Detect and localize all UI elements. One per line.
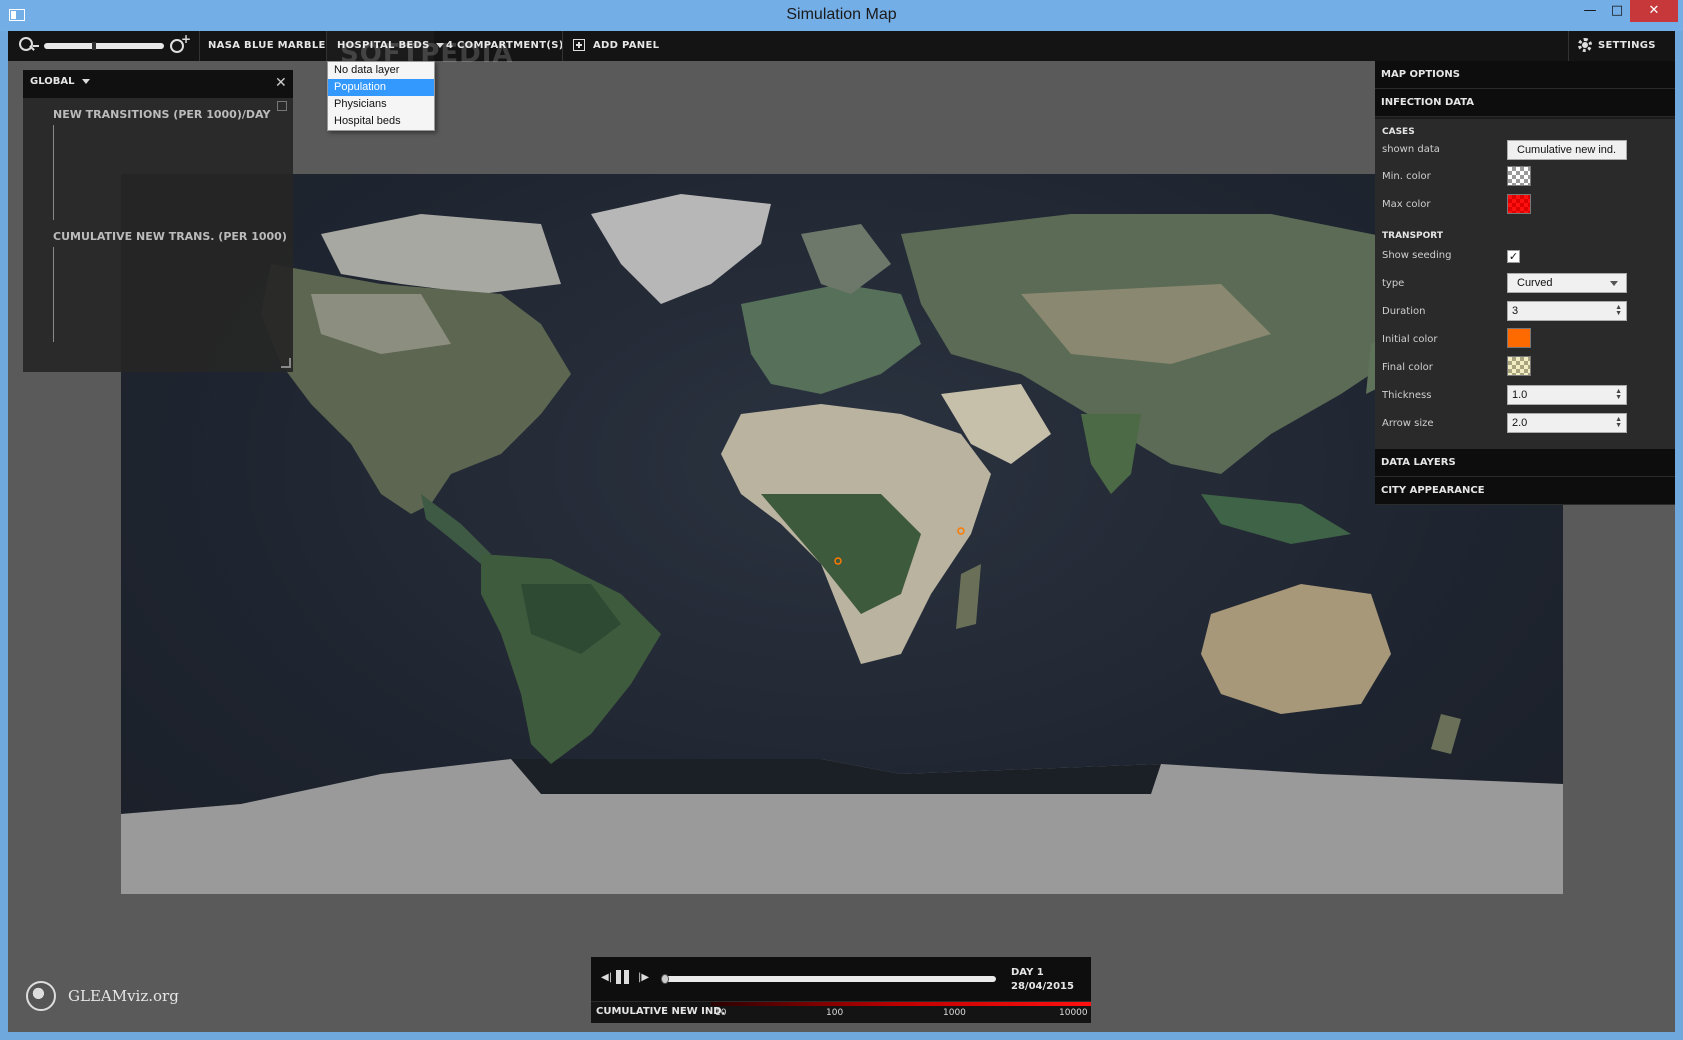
chart-axis (53, 125, 54, 220)
chevron-down-icon (82, 78, 91, 84)
thickness-stepper[interactable]: 1.0 ▲ ▼ (1507, 385, 1627, 405)
type-select[interactable]: Curved (1507, 273, 1627, 293)
arrow-size-label: Arrow size (1382, 418, 1434, 429)
step-forward-icon[interactable]: |▶ (638, 972, 649, 983)
final-color-label: Final color (1382, 362, 1433, 373)
initial-color-label: Initial color (1382, 334, 1438, 345)
chevron-down-icon (1610, 281, 1618, 286)
add-panel-button[interactable]: ADD PANEL (573, 31, 659, 61)
thickness-value: 1.0 (1512, 389, 1528, 401)
toolbar-divider (199, 31, 200, 61)
section-map-options[interactable]: MAP OPTIONS (1375, 61, 1675, 89)
add-panel-label: ADD PANEL (593, 40, 660, 51)
show-seeding-checkbox[interactable]: ✓ (1507, 250, 1520, 263)
title-bar: Simulation Map — □ ✕ (0, 0, 1683, 31)
basemap-label: NASA BLUE MARBLE (208, 40, 326, 51)
transport-heading: TRANSPORT (1382, 231, 1443, 241)
settings-panel: MAP OPTIONS INFECTION DATA CASES shown d… (1375, 61, 1675, 505)
menu-item-population[interactable]: Population (328, 79, 434, 96)
app-client-area: NASA BLUE MARBLE HOSPITAL BEDS 4 COMPART… (8, 31, 1675, 1032)
window-title: Simulation Map (786, 6, 897, 23)
shown-data-value: Cumulative new ind. (1517, 144, 1617, 156)
menu-item-physicians[interactable]: Physicians (328, 96, 434, 113)
show-seeding-label: Show seeding (1382, 250, 1452, 261)
map-graphic (121, 194, 1563, 894)
greenland-shape (591, 194, 771, 304)
legend-title: CUMULATIVE NEW IND. (596, 1006, 726, 1017)
shown-data-select[interactable]: Cumulative new ind. (1507, 140, 1627, 160)
close-icon[interactable]: ✕ (275, 75, 287, 91)
final-color-swatch[interactable] (1507, 356, 1531, 376)
legend-tick: 10 (715, 1008, 727, 1018)
color-scale-legend: CUMULATIVE NEW IND. 10 100 1000 10000 (591, 1001, 1091, 1023)
timeline-handle[interactable] (661, 974, 669, 984)
spinner-arrows-icon[interactable]: ▲ ▼ (1615, 388, 1622, 401)
legend-tick: 10000 (1059, 1008, 1088, 1018)
scope-label: GLOBAL (30, 76, 75, 87)
data-layer-dropdown[interactable]: No data layer Population Physicians Hosp… (327, 61, 435, 131)
scope-selector[interactable]: GLOBAL (30, 76, 91, 87)
duration-stepper[interactable]: 3 ▲ ▼ (1507, 301, 1627, 321)
chart-panel-header: GLOBAL ✕ (23, 70, 293, 98)
playback-bar: ◀| |▶ DAY 1 28/04/2015 CUMULATIVE NEW IN… (591, 957, 1091, 1023)
zoom-slider-handle[interactable] (92, 42, 96, 50)
basemap-selector[interactable]: NASA BLUE MARBLE (208, 31, 340, 61)
step-back-icon[interactable]: ◀| (601, 972, 612, 983)
arrow-size-value: 2.0 (1512, 417, 1528, 429)
initial-color-swatch[interactable] (1507, 328, 1531, 348)
settings-button[interactable]: SETTINGS (1578, 31, 1656, 61)
chart-panel: GLOBAL ✕ NEW TRANSITIONS (PER 1000)/DAY … (23, 70, 293, 372)
chart-axis (53, 247, 54, 342)
current-date: 28/04/2015 (1011, 981, 1074, 992)
spinner-arrows-icon[interactable]: ▲ ▼ (1615, 416, 1622, 429)
shown-data-label: shown data (1382, 144, 1440, 155)
current-day: DAY 1 (1011, 967, 1044, 978)
spinner-arrows-icon[interactable]: ▲ ▼ (1615, 304, 1622, 317)
world-map[interactable] (121, 174, 1563, 894)
min-color-swatch[interactable] (1507, 166, 1531, 186)
chart-title-cumulative: CUMULATIVE NEW TRANS. (PER 1000) (53, 230, 287, 243)
close-window-button[interactable]: ✕ (1630, 0, 1678, 22)
zoom-out-icon[interactable] (19, 37, 39, 53)
menu-item-hospital-beds[interactable]: Hospital beds (328, 113, 434, 130)
section-data-layers[interactable]: DATA LAYERS (1375, 449, 1675, 477)
arrow-size-stepper[interactable]: 2.0 ▲ ▼ (1507, 413, 1627, 433)
color-scale-gradient (711, 1002, 1091, 1006)
zoom-in-icon[interactable] (170, 32, 191, 53)
chart-title-new-transitions: NEW TRANSITIONS (PER 1000)/DAY (53, 108, 271, 121)
min-color-label: Min. color (1382, 171, 1431, 182)
duration-value: 3 (1512, 305, 1519, 317)
type-label: type (1382, 278, 1405, 289)
legend-tick: 1000 (943, 1008, 966, 1018)
section-infection-data[interactable]: INFECTION DATA (1375, 89, 1675, 117)
gear-icon (1578, 38, 1592, 52)
type-value: Curved (1517, 277, 1553, 289)
legend-tick: 100 (826, 1008, 844, 1018)
settings-label: SETTINGS (1598, 40, 1656, 51)
duration-label: Duration (1382, 306, 1426, 317)
resize-handle[interactable] (281, 358, 291, 368)
timeline-slider[interactable] (661, 976, 996, 982)
zoom-slider[interactable] (44, 43, 164, 49)
section-city-appearance[interactable]: CITY APPEARANCE (1375, 477, 1675, 505)
menu-item-no-data-layer[interactable]: No data layer (328, 62, 434, 79)
main-toolbar: NASA BLUE MARBLE HOSPITAL BEDS 4 COMPART… (8, 31, 1675, 61)
infection-data-body: CASES shown data Cumulative new ind. Min… (1375, 119, 1675, 449)
thickness-label: Thickness (1382, 390, 1432, 401)
pause-icon[interactable] (616, 970, 630, 984)
cases-heading: CASES (1382, 127, 1415, 137)
toolbar-divider (1568, 31, 1569, 61)
save-icon[interactable] (277, 101, 287, 111)
add-panel-icon (573, 39, 585, 51)
max-color-swatch[interactable] (1507, 194, 1531, 214)
max-color-label: Max color (1382, 199, 1431, 210)
globe-icon (26, 981, 56, 1011)
toolbar-divider (562, 31, 563, 61)
logo-text: GLEAMviz.org (68, 987, 179, 1005)
